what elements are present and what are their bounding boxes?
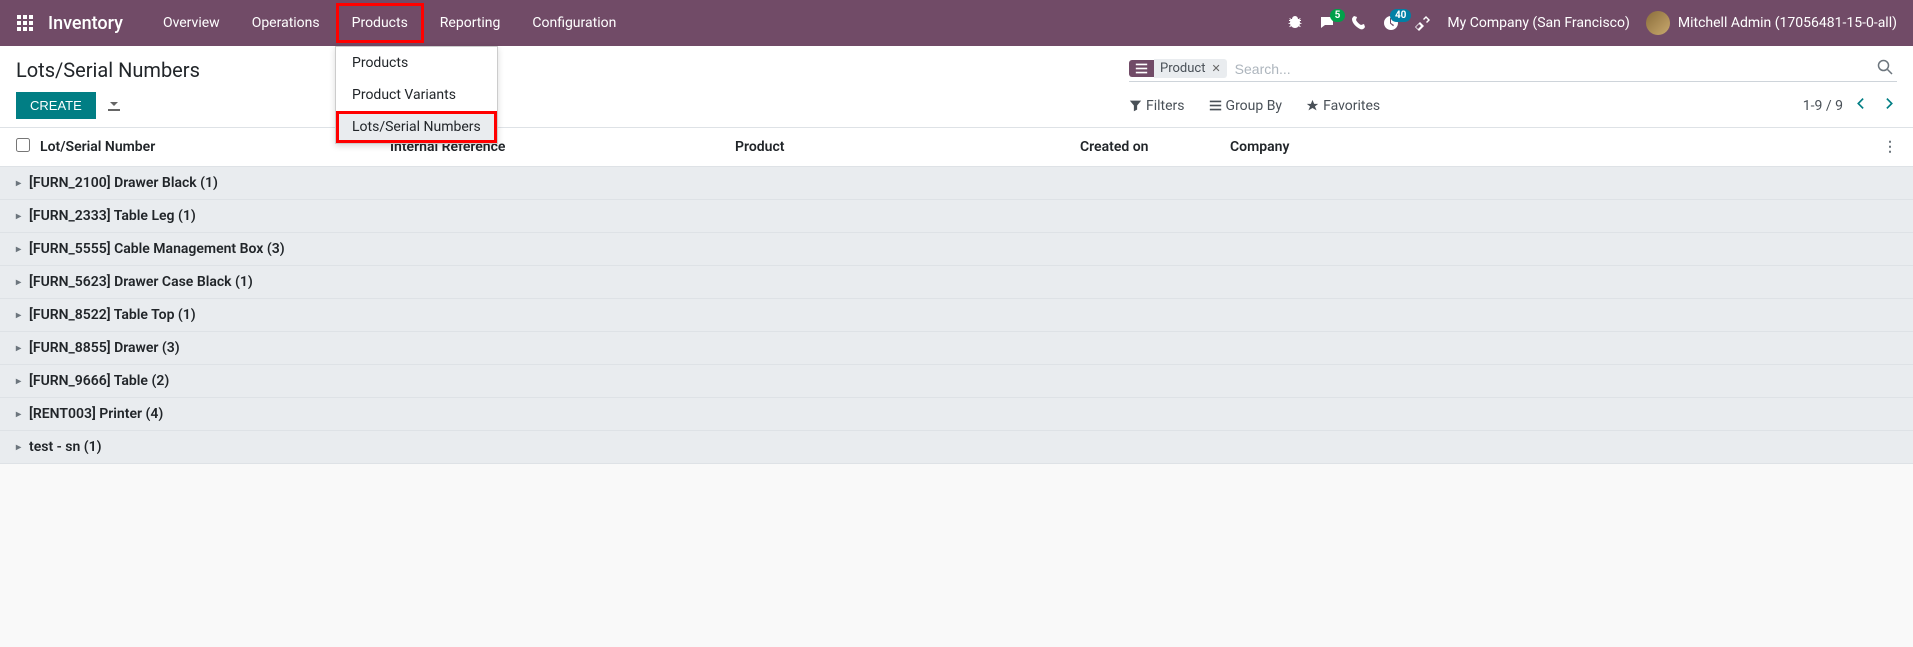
- favorites-label: Favorites: [1323, 98, 1380, 114]
- create-button[interactable]: CREATE: [16, 92, 96, 119]
- col-options-icon[interactable]: ⋮: [1877, 139, 1897, 155]
- search-area: Product ✕: [1129, 59, 1897, 82]
- nav-operations[interactable]: Operations: [236, 3, 336, 43]
- products-dropdown: Products Product Variants Lots/Serial Nu…: [335, 46, 498, 144]
- clock-badge: 40: [1390, 9, 1411, 22]
- nav-products[interactable]: Products: [336, 3, 424, 43]
- search-input[interactable]: [1227, 59, 1873, 79]
- group-label: [RENT003] Printer (4): [29, 406, 163, 422]
- search-icon[interactable]: [1873, 59, 1897, 79]
- pager-range[interactable]: 1-9 / 9: [1803, 98, 1843, 114]
- group-row[interactable]: ▸ [FURN_5623] Drawer Case Black (1): [0, 266, 1913, 299]
- group-label: [FURN_9666] Table (2): [29, 373, 169, 389]
- nav-overview[interactable]: Overview: [147, 3, 236, 43]
- group-row[interactable]: ▸ [FURN_8522] Table Top (1): [0, 299, 1913, 332]
- caret-right-icon: ▸: [16, 211, 21, 222]
- bug-icon[interactable]: [1287, 15, 1303, 31]
- group-row[interactable]: ▸ [FURN_9666] Table (2): [0, 365, 1913, 398]
- group-label: [FURN_8855] Drawer (3): [29, 340, 180, 356]
- top-nav: Inventory Overview Operations Products R…: [0, 0, 1913, 46]
- user-menu[interactable]: Mitchell Admin (17056481-15-0-all): [1646, 11, 1897, 35]
- caret-right-icon: ▸: [16, 244, 21, 255]
- group-row[interactable]: ▸ [FURN_5555] Cable Management Box (3): [0, 233, 1913, 266]
- avatar: [1646, 11, 1670, 35]
- apps-icon[interactable]: [16, 14, 34, 32]
- group-label: [FURN_5623] Drawer Case Black (1): [29, 274, 253, 290]
- select-all-checkbox[interactable]: [16, 138, 30, 152]
- app-brand[interactable]: Inventory: [48, 13, 123, 34]
- list-view: Lot/Serial Number Internal Reference Pro…: [0, 128, 1913, 464]
- chat-badge: 5: [1330, 9, 1346, 22]
- group-row[interactable]: ▸ [FURN_8855] Drawer (3): [0, 332, 1913, 365]
- search-facet-groupby[interactable]: [1129, 60, 1154, 77]
- group-label: test - sn (1): [29, 439, 102, 455]
- group-row[interactable]: ▸ [FURN_2333] Table Leg (1): [0, 200, 1913, 233]
- nav-items: Overview Operations Products Reporting C…: [147, 3, 632, 43]
- search-facet-remove[interactable]: ✕: [1211, 62, 1220, 75]
- pager-next[interactable]: [1880, 95, 1897, 116]
- search-facet-value: Product ✕: [1154, 59, 1227, 78]
- filters-button[interactable]: Filters: [1129, 98, 1185, 114]
- phone-icon[interactable]: [1351, 15, 1367, 31]
- col-created[interactable]: Created on: [1080, 139, 1230, 155]
- groupby-button[interactable]: Group By: [1209, 98, 1283, 114]
- pager: 1-9 / 9: [1803, 95, 1897, 116]
- dropdown-product-variants[interactable]: Product Variants: [336, 79, 497, 111]
- favorites-button[interactable]: Favorites: [1306, 98, 1380, 114]
- nav-right: 5 40 My Company (San Francisco) Mitchell…: [1287, 11, 1897, 35]
- control-panel: Lots/Serial Numbers Product ✕ CREATE Fil…: [0, 46, 1913, 128]
- group-label: [FURN_8522] Table Top (1): [29, 307, 196, 323]
- company-switcher[interactable]: My Company (San Francisco): [1447, 15, 1629, 31]
- page-title: Lots/Serial Numbers: [16, 58, 200, 82]
- filters-label: Filters: [1146, 98, 1185, 114]
- caret-right-icon: ▸: [16, 409, 21, 420]
- group-rows: ▸ [FURN_2100] Drawer Black (1) ▸ [FURN_233…: [0, 167, 1913, 464]
- group-row[interactable]: ▸ [FURN_2100] Drawer Black (1): [0, 167, 1913, 200]
- group-row[interactable]: ▸ [RENT003] Printer (4): [0, 398, 1913, 431]
- clock-icon[interactable]: 40: [1383, 15, 1399, 31]
- caret-right-icon: ▸: [16, 277, 21, 288]
- table-header: Lot/Serial Number Internal Reference Pro…: [0, 128, 1913, 167]
- nav-configuration[interactable]: Configuration: [516, 3, 632, 43]
- filter-bar: Filters Group By Favorites 1-9 / 9: [1129, 95, 1897, 116]
- search-facet-text: Product: [1160, 61, 1205, 76]
- group-label: [FURN_2100] Drawer Black (1): [29, 175, 218, 191]
- group-label: [FURN_2333] Table Leg (1): [29, 208, 196, 224]
- caret-right-icon: ▸: [16, 310, 21, 321]
- caret-right-icon: ▸: [16, 343, 21, 354]
- tools-icon[interactable]: [1415, 15, 1431, 31]
- import-button[interactable]: [106, 96, 122, 116]
- nav-reporting[interactable]: Reporting: [424, 3, 517, 43]
- pager-prev[interactable]: [1853, 95, 1870, 116]
- groupby-label: Group By: [1226, 98, 1283, 114]
- dropdown-lots-serial[interactable]: Lots/Serial Numbers: [336, 111, 497, 143]
- caret-right-icon: ▸: [16, 442, 21, 453]
- col-company[interactable]: Company: [1230, 139, 1877, 155]
- group-row[interactable]: ▸ test - sn (1): [0, 431, 1913, 464]
- chat-icon[interactable]: 5: [1319, 15, 1335, 31]
- caret-right-icon: ▸: [16, 376, 21, 387]
- col-product[interactable]: Product: [735, 139, 1080, 155]
- group-label: [FURN_5555] Cable Management Box (3): [29, 241, 285, 257]
- dropdown-products[interactable]: Products: [336, 47, 497, 79]
- user-name: Mitchell Admin (17056481-15-0-all): [1678, 15, 1897, 31]
- caret-right-icon: ▸: [16, 178, 21, 189]
